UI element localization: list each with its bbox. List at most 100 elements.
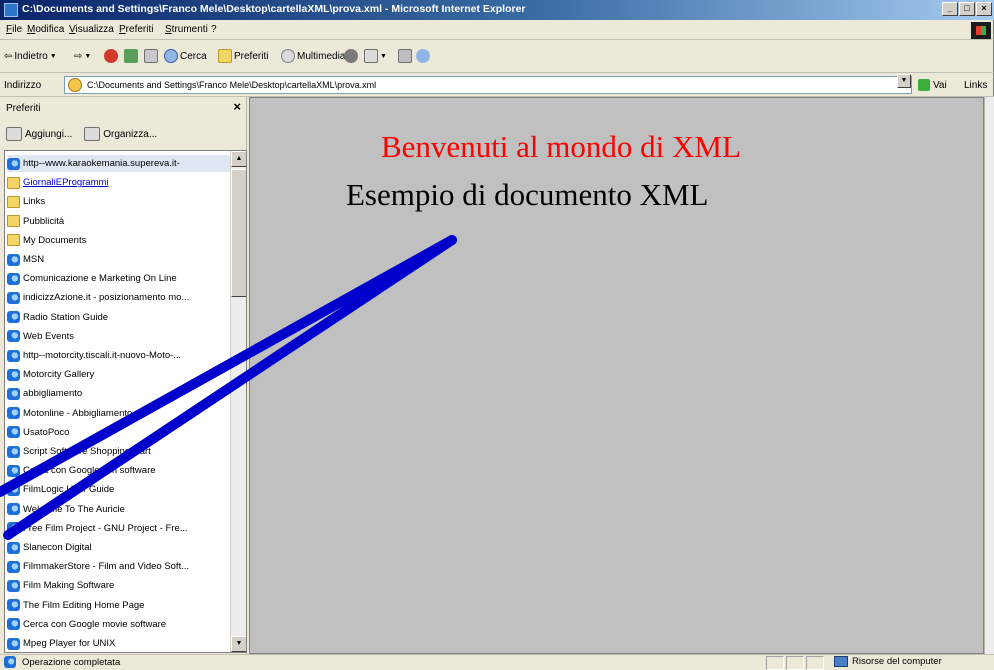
- address-dropdown-button[interactable]: ▼: [897, 74, 911, 88]
- favorites-item-label: Welcome To The Auricle: [23, 503, 125, 515]
- favorites-item-label: UsatoPoco: [23, 426, 70, 438]
- favorites-item[interactable]: Motorcity Gallery: [7, 366, 231, 383]
- stop-button[interactable]: [104, 45, 118, 67]
- scroll-down-button[interactable]: ▼: [231, 636, 246, 652]
- ie-page-icon: [7, 272, 20, 285]
- favorites-item-label: Cerca con Google film software: [23, 465, 156, 477]
- ie-page-icon: [7, 291, 20, 304]
- folder-icon: [7, 215, 20, 228]
- minimize-button[interactable]: _: [942, 2, 958, 16]
- status-pane: [786, 656, 804, 670]
- folder-icon: [7, 176, 20, 189]
- favorites-folder[interactable]: My Documents: [7, 232, 231, 249]
- ie-page-icon: [7, 599, 20, 612]
- favorites-item-label: Free Film Project - GNU Project - Fre...: [23, 522, 188, 534]
- ie-page-icon: [7, 349, 20, 362]
- search-button[interactable]: Cerca: [164, 45, 207, 67]
- organize-icon: [84, 127, 101, 141]
- favorites-button[interactable]: Preferiti: [218, 45, 268, 67]
- xml-heading-welcome: Benvenuti al mondo di XML: [381, 129, 741, 164]
- go-button[interactable]: Vai: [918, 79, 947, 91]
- menu-strumenti[interactable]: Strumenti: [165, 24, 208, 35]
- go-label: Vai: [933, 79, 947, 91]
- add-favorite-label: Aggiungi...: [25, 128, 73, 140]
- scroll-thumb[interactable]: [231, 169, 246, 297]
- favorites-item[interactable]: Motonline - Abbigliamento: [7, 405, 231, 422]
- ie-page-icon: [7, 560, 20, 573]
- menu-help[interactable]: ?: [211, 24, 217, 35]
- menu-modifica[interactable]: Modifica: [27, 24, 64, 35]
- page-icon: [68, 78, 82, 92]
- favorites-item[interactable]: http--motorcity.tiscali.it-nuovo-Moto-..…: [7, 347, 231, 364]
- favorites-item[interactable]: MSN: [7, 251, 231, 268]
- back-button[interactable]: ⇦ Indietro ▼: [4, 45, 57, 67]
- home-button[interactable]: [144, 45, 158, 67]
- window-title: C:\Documents and Settings\Franco Mele\De…: [22, 3, 526, 15]
- favorites-item[interactable]: UsatoPoco: [7, 424, 231, 441]
- favorites-item[interactable]: Web Events: [7, 328, 231, 345]
- ie-page-icon: [7, 579, 20, 592]
- favorites-item[interactable]: Slanecon Digital: [7, 539, 231, 556]
- search-label: Cerca: [180, 50, 207, 62]
- ie-page-icon: [7, 618, 20, 631]
- mail-button[interactable]: ▼: [364, 45, 387, 67]
- ie-page-icon: [7, 368, 20, 381]
- favorites-item[interactable]: Script Software Shopping Cart: [7, 443, 231, 460]
- favorites-title: Preferiti: [6, 103, 41, 114]
- refresh-button[interactable]: [124, 45, 138, 67]
- favorites-item[interactable]: http--www.karaokemania.supereva.it-: [7, 155, 231, 172]
- favorites-item[interactable]: Radio Station Guide: [7, 309, 231, 326]
- favorites-item[interactable]: Cerca con Google film software: [7, 462, 231, 479]
- favorites-item[interactable]: Mpeg Player for UNIX: [7, 635, 231, 652]
- maximize-button[interactable]: □: [959, 2, 975, 16]
- favorites-item-label: Radio Station Guide: [23, 311, 109, 323]
- favorites-item-label: Comunicazione e Marketing On Line: [23, 273, 177, 285]
- favorites-item[interactable]: FilmmakerStore - Film and Video Soft...: [7, 558, 231, 575]
- messenger-button[interactable]: [416, 45, 430, 67]
- title-bar[interactable]: C:\Documents and Settings\Franco Mele\De…: [0, 0, 994, 20]
- favorites-item-label: Motorcity Gallery: [23, 369, 95, 381]
- address-input[interactable]: C:\Documents and Settings\Franco Mele\De…: [64, 76, 912, 94]
- ie-page-icon: [7, 464, 20, 477]
- menu-preferiti[interactable]: Preferiti: [119, 24, 153, 35]
- favorites-icon: [218, 49, 232, 63]
- organize-label: Organizza...: [103, 128, 158, 140]
- status-pane: [806, 656, 824, 670]
- favorites-item[interactable]: Welcome To The Auricle: [7, 501, 231, 518]
- scroll-up-button[interactable]: ▲: [231, 151, 246, 167]
- favorites-item-label: Pubblicità: [23, 215, 65, 227]
- favorites-item[interactable]: The Film Editing Home Page: [7, 597, 231, 614]
- history-button[interactable]: [344, 45, 358, 67]
- favorites-folder[interactable]: Pubblicità: [7, 213, 231, 230]
- favorites-label: Preferiti: [234, 50, 269, 62]
- links-button[interactable]: Links: [964, 80, 987, 91]
- organize-favorites-button[interactable]: Organizza...: [84, 127, 157, 141]
- favorites-item[interactable]: Cerca con Google movie software: [7, 616, 231, 633]
- media-button[interactable]: Multimedia: [281, 45, 345, 67]
- favorites-item[interactable]: indicizzAzione.it - posizionamento mo...: [7, 289, 231, 306]
- document-scrollbar[interactable]: [984, 97, 994, 654]
- favorites-folder[interactable]: Links: [7, 193, 231, 210]
- favorites-item[interactable]: abbigliamento: [7, 385, 231, 402]
- favorites-item-label: http--motorcity.tiscali.it-nuovo-Moto-..…: [23, 350, 182, 361]
- messenger-icon: [416, 49, 430, 63]
- close-icon[interactable]: ×: [233, 99, 241, 114]
- favorites-scrollbar[interactable]: ▲ ▼: [230, 151, 246, 652]
- menu-visualizza[interactable]: Visualizza: [69, 24, 114, 35]
- print-button[interactable]: [398, 45, 412, 67]
- favorites-actions: Aggiungi... Organizza...: [0, 121, 247, 147]
- favorites-item[interactable]: FilmLogic User Guide: [7, 481, 231, 498]
- favorites-folder[interactable]: GiornaliEProgrammi: [7, 174, 231, 191]
- close-button[interactable]: ×: [976, 2, 992, 16]
- favorites-item[interactable]: Film Making Software: [7, 577, 231, 594]
- forward-button[interactable]: ⇨ ▼: [74, 45, 91, 67]
- security-zone: Risorse del computer: [834, 656, 942, 667]
- favorites-item[interactable]: Comunicazione e Marketing On Line: [7, 270, 231, 287]
- favorites-item[interactable]: Free Film Project - GNU Project - Fre...: [7, 520, 231, 537]
- ie-page-icon: [7, 503, 20, 516]
- menu-file[interactable]: File: [6, 24, 22, 35]
- add-favorite-button[interactable]: Aggiungi...: [6, 127, 72, 141]
- ie-page-icon: [7, 387, 20, 400]
- mail-icon: [364, 49, 378, 63]
- favorites-panel: Preferiti × Aggiungi... Organizza... htt…: [0, 97, 247, 654]
